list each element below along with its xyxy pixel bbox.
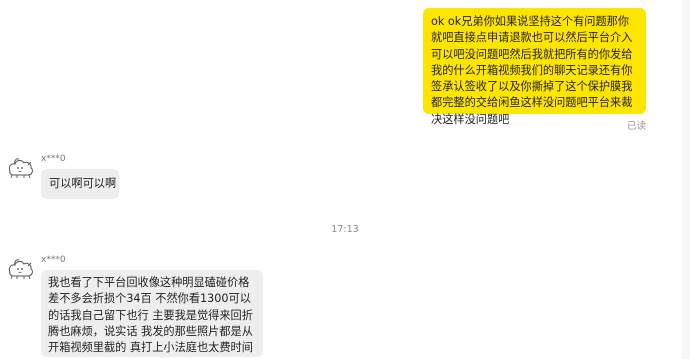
chat-window: ok ok兄弟你如果说坚持这个有问题那你就吧直接点申请退款也可以然后平台介入可以… <box>0 0 690 359</box>
scrollbar[interactable] <box>682 0 690 359</box>
read-status: 已读 <box>627 121 647 132</box>
sender-avatar-icon[interactable] <box>6 252 36 282</box>
sender-avatar-icon[interactable] <box>6 151 36 181</box>
sender-name: x***0 <box>41 154 66 164</box>
incoming-message-text: 我也看了下平台回收像这种明显磕碰价格差不多会折损个34百 不然你看1300可以的… <box>48 276 253 355</box>
outgoing-message-text: ok ok兄弟你如果说坚持这个有问题那你就吧直接点申请退款也可以然后平台介入可以… <box>431 15 633 126</box>
time-divider: 17:13 <box>331 224 359 235</box>
incoming-message-bubble[interactable]: 可以啊可以啊 <box>41 169 119 199</box>
incoming-message-text: 可以啊可以啊 <box>49 177 117 190</box>
outgoing-message-bubble[interactable]: ok ok兄弟你如果说坚持这个有问题那你就吧直接点申请退款也可以然后平台介入可以… <box>423 8 646 126</box>
sheep-doodle-icon <box>8 259 33 280</box>
sender-name: x***0 <box>41 255 66 265</box>
incoming-message-bubble[interactable]: 我也看了下平台回收像这种明显磕碰价格差不多会折损个34百 不然你看1300可以的… <box>41 270 263 357</box>
sheep-doodle-icon <box>8 158 33 179</box>
